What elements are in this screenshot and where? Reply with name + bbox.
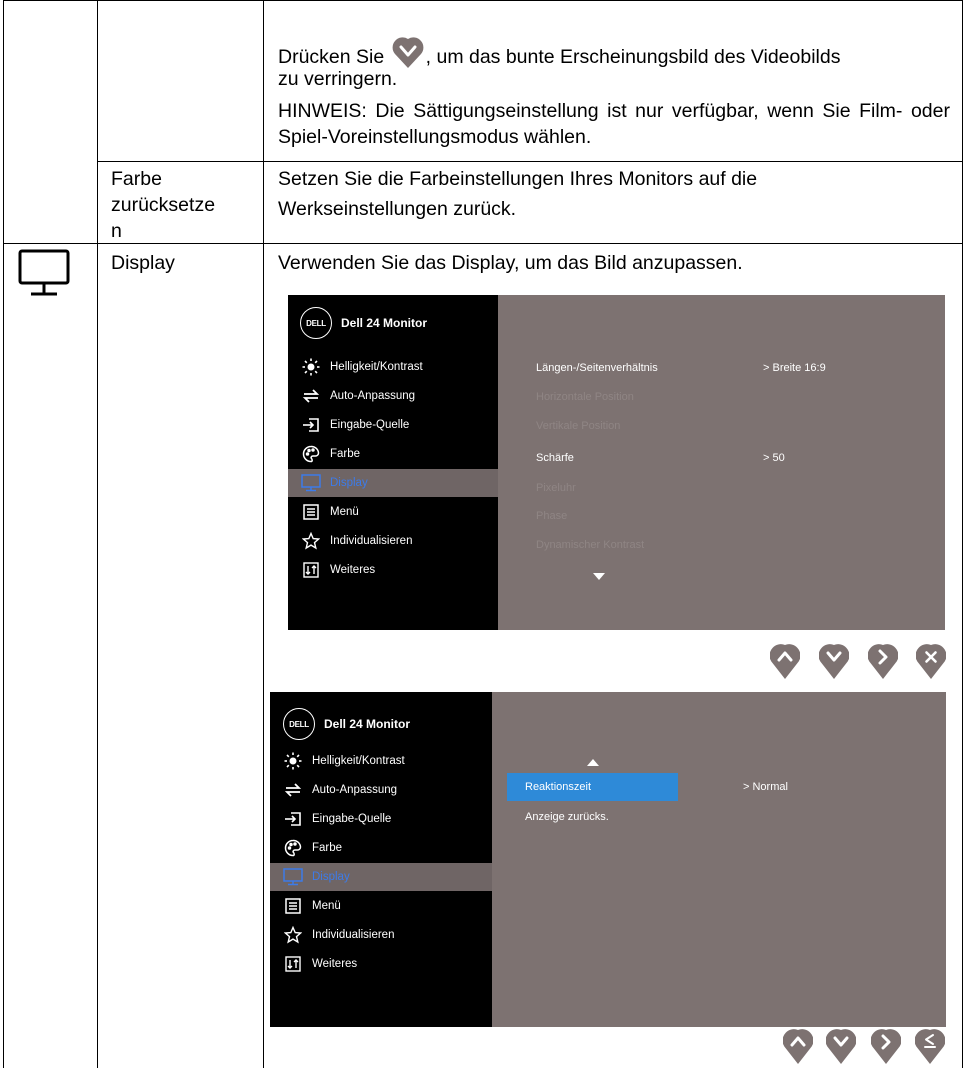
input-source-icon (300, 414, 322, 436)
osd1-option-aspect[interactable]: Längen-/Seitenverhältnis (536, 362, 658, 374)
osd1-menu-label: Auto-Anpassung (330, 390, 416, 402)
osd1-menu-label: Eingabe-Quelle (330, 419, 410, 431)
table-border-left (3, 0, 4, 1068)
input-source-icon (282, 808, 304, 830)
osd2-menu-others[interactable]: Weiteres (270, 950, 492, 978)
osd1-title: Dell 24 Monitor (341, 316, 428, 330)
osd2-menu-menu[interactable]: Menü (270, 892, 492, 920)
osd1-menu-label: Display (330, 477, 368, 489)
down-icon[interactable] (818, 642, 850, 685)
brightness-icon (282, 750, 304, 772)
row3-label: Display (111, 252, 175, 274)
others-icon (282, 953, 304, 975)
osd2-main-panel (492, 692, 946, 1027)
osd2-menu-brightness[interactable]: Helligkeit/Kontrast (270, 747, 492, 775)
osd2-option-response-time[interactable]: Reaktionszeit (525, 781, 591, 793)
osd2-menu-label: Individualisieren (312, 929, 395, 941)
osd1-menu-label: Individualisieren (330, 535, 413, 547)
osd1-option-aspect-value: > Breite 16:9 (763, 362, 826, 374)
osd2-buttons (782, 1027, 946, 1070)
others-icon (300, 559, 322, 581)
row1-text-after: , um das bunte Erscheinungsbild des Vide… (425, 46, 841, 68)
osd2-option-display-reset[interactable]: Anzeige zurücks. (525, 811, 609, 823)
monitor-icon (18, 248, 72, 300)
star-icon (300, 530, 322, 552)
row2-label-line1: Farbe (111, 168, 162, 190)
row3-description: Verwenden Sie das Display, um das Bild a… (278, 252, 743, 274)
dell-logo: DELL (283, 708, 315, 740)
display-icon (300, 472, 322, 494)
brightness-icon (300, 356, 322, 378)
osd2-menu-label: Menü (312, 900, 341, 912)
osd1-menu-label: Menü (330, 506, 359, 518)
osd2-title: Dell 24 Monitor (324, 717, 411, 731)
osd1-option-phase: Phase (536, 510, 568, 522)
down-button-icon (392, 35, 424, 69)
osd2-menu-color[interactable]: Farbe (270, 834, 492, 862)
osd1-buttons (769, 642, 947, 685)
osd1-option-pixel-clock: Pixeluhr (536, 482, 576, 494)
osd1-option-vpos: Vertikale Position (536, 420, 621, 432)
row1-line2: zu verringern. (278, 68, 398, 90)
osd2-brand: DELL Dell 24 Monitor (283, 708, 410, 740)
osd2-menu-label: Weiteres (312, 958, 358, 970)
display-icon (282, 866, 304, 888)
scroll-down-arrow-icon[interactable] (593, 568, 605, 586)
osd2-menu-display[interactable]: Display (270, 863, 492, 891)
row1-text-before: Drücken Sie (278, 46, 385, 68)
row1-note: HINWEIS: Die Sättigungseinstellung ist n… (278, 100, 950, 148)
up-icon[interactable] (769, 642, 801, 685)
osd1-menu-label: Farbe (330, 448, 361, 460)
auto-adjust-icon (282, 779, 304, 801)
osd2-menu-label: Helligkeit/Kontrast (312, 755, 405, 767)
osd-screenshot-2: DELL Dell 24 Monitor Helligkeit/Kontrast… (270, 692, 946, 1027)
osd1-menu-color[interactable]: Farbe (288, 440, 498, 468)
osd1-option-dynamic-contrast: Dynamischer Kontrast (536, 539, 645, 551)
right-icon[interactable] (867, 642, 899, 685)
osd1-menu-personalize[interactable]: Individualisieren (288, 527, 498, 555)
osd-screenshot-1: DELL Dell 24 Monitor Helligkeit/Kontrast… (288, 295, 945, 630)
osd1-menu-auto-adjust[interactable]: Auto-Anpassung (288, 382, 498, 410)
back-icon[interactable] (914, 1027, 946, 1070)
osd2-menu-label: Eingabe-Quelle (312, 813, 392, 825)
scroll-up-arrow-icon[interactable] (587, 754, 599, 772)
right-icon[interactable] (870, 1027, 902, 1070)
osd1-brand: DELL Dell 24 Monitor (300, 307, 427, 339)
osd1-menu-brightness[interactable]: Helligkeit/Kontrast (288, 353, 498, 381)
auto-adjust-icon (300, 385, 322, 407)
table-border-top (3, 0, 963, 1)
menu-icon (300, 501, 322, 523)
osd2-menu-label: Display (312, 871, 350, 883)
down-icon[interactable] (825, 1027, 857, 1070)
osd1-option-sharpness-value: > 50 (763, 452, 785, 464)
osd2-menu-input-source[interactable]: Eingabe-Quelle (270, 805, 492, 833)
osd2-menu-personalize[interactable]: Individualisieren (270, 921, 492, 949)
star-icon (282, 924, 304, 946)
row1-line1: Drücken Sie , um das bunte Erscheinungsb… (278, 35, 953, 70)
menu-icon (282, 895, 304, 917)
osd1-menu-others[interactable]: Weiteres (288, 556, 498, 584)
osd1-menu-display[interactable]: Display (288, 469, 498, 497)
osd2-menu-label: Farbe (312, 842, 343, 854)
palette-icon (300, 443, 322, 465)
osd1-option-sharpness[interactable]: Schärfe (536, 452, 574, 464)
osd1-menu-input-source[interactable]: Eingabe-Quelle (288, 411, 498, 439)
up-icon[interactable] (782, 1027, 814, 1070)
row2-label-line3: n (111, 220, 122, 242)
close-icon[interactable] (915, 642, 947, 685)
row-divider-1 (97, 161, 963, 162)
osd2-menu-label: Auto-Anpassung (312, 784, 398, 796)
palette-icon (282, 837, 304, 859)
dell-logo: DELL (300, 307, 332, 339)
row2-label: Farbe zurücksetze n (111, 166, 261, 244)
row2-label-line2: zurücksetze (111, 194, 216, 216)
osd2-option-response-time-value: > Normal (743, 781, 788, 793)
osd1-menu-label: Helligkeit/Kontrast (330, 361, 423, 373)
osd1-menu-menu[interactable]: Menü (288, 498, 498, 526)
osd2-menu-auto-adjust[interactable]: Auto-Anpassung (270, 776, 492, 804)
row2-description: Setzen Sie die Farbeinstellungen Ihres M… (278, 168, 758, 220)
osd1-menu-label: Weiteres (330, 564, 376, 576)
osd1-option-hpos: Horizontale Position (536, 391, 634, 403)
